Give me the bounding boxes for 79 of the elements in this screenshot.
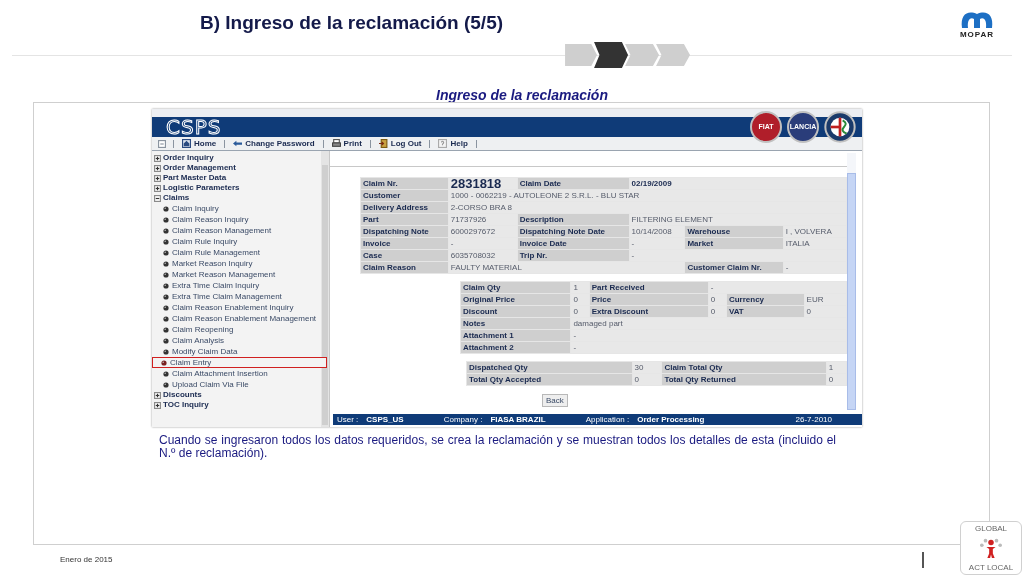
- slide-title: B) Ingreso de la reclamación (5/5): [200, 11, 504, 35]
- footer-date: Enero de 2015: [60, 554, 113, 566]
- bullet-icon: [163, 205, 169, 212]
- field-value: 30: [632, 361, 662, 374]
- nav-item[interactable]: Claim Reason Enablement Inquiry: [154, 302, 327, 313]
- nav-group-item[interactable]: Logistic Parameters: [154, 183, 321, 193]
- field-label: Claim Nr.: [360, 177, 449, 190]
- bullet-icon: [163, 370, 169, 377]
- status-value: CSPS_US: [366, 414, 404, 425]
- door-icon: [378, 139, 388, 148]
- bullet-icon: [163, 304, 169, 311]
- field-value: 02/19/2009: [629, 177, 847, 190]
- status-label: User :: [337, 414, 359, 425]
- field-label: Claim Total Qty: [661, 361, 827, 374]
- bullet-icon: [163, 381, 169, 388]
- app-logo: CSPS: [166, 117, 222, 137]
- caption-text: Cuando se ingresaron todos los datos requeridos, se crea la reclamación y se muestran todos los detalles de esta (incluido el N.º de reclamación).: [159, 434, 836, 460]
- nav-item[interactable]: Upload Claim Via File: [154, 379, 327, 390]
- status-date: 26-7-2010: [795, 414, 832, 425]
- bullet-icon: [163, 326, 169, 333]
- back-button[interactable]: Back: [542, 394, 568, 407]
- toolbar-button[interactable]: Home: [179, 137, 220, 150]
- badge-text: ACT LOCAL: [968, 563, 1014, 572]
- status-label: Application :: [585, 414, 630, 425]
- nav-item[interactable]: Extra Time Claim Management: [154, 291, 327, 302]
- bullet-icon: [163, 348, 169, 355]
- toolbar-button[interactable]: Help: [435, 137, 471, 150]
- nav-group-item[interactable]: Order Inquiry: [154, 153, 321, 163]
- bullet-icon: [163, 227, 169, 234]
- bullet-icon: [161, 359, 167, 366]
- bullet-icon: [163, 249, 169, 256]
- nav-item[interactable]: Market Reason Inquiry: [154, 258, 327, 269]
- nav-item[interactable]: Claim Rule Management: [154, 247, 327, 258]
- nav-item[interactable]: Market Reason Management: [154, 269, 327, 280]
- nav-item[interactable]: Claim Reopening: [154, 324, 327, 335]
- bullet-icon: [163, 315, 169, 322]
- nav-group-item[interactable]: Order Management: [154, 163, 321, 173]
- nav-group-item[interactable]: TOC Inquiry: [154, 400, 321, 410]
- bullet-icon: [163, 282, 169, 289]
- bullet-icon: [163, 293, 169, 300]
- nav-group-item[interactable]: Discounts: [154, 390, 321, 400]
- field-value: -: [708, 281, 847, 294]
- bullet-icon: [163, 271, 169, 278]
- field-label: Dispatched Qty: [466, 361, 633, 374]
- nav-group-item[interactable]: Part Master Data: [154, 173, 321, 183]
- collapse-icon[interactable]: [158, 139, 166, 148]
- nav-item[interactable]: Claim Analysis: [154, 335, 327, 346]
- printer-icon: [331, 139, 341, 148]
- field-label: Part Received: [589, 281, 709, 294]
- status-value: Order Processing: [637, 414, 705, 425]
- bullet-icon: [163, 238, 169, 245]
- field-value: 1: [826, 361, 847, 374]
- nav-item[interactable]: Modify Claim Data: [154, 346, 327, 357]
- toolbar-button[interactable]: Log Out: [375, 137, 425, 150]
- field-label: Claim Date: [517, 177, 630, 190]
- nav-item[interactable]: Claim Reason Inquiry: [154, 214, 327, 225]
- nav-item[interactable]: Claim Reason Management: [154, 225, 327, 236]
- bullet-icon: [163, 216, 169, 223]
- nav-item[interactable]: Claim Inquiry: [154, 203, 327, 214]
- bullet-icon: [163, 260, 169, 267]
- toolbar-button[interactable]: Print: [328, 137, 365, 150]
- arrow-icon: [233, 140, 243, 147]
- nav-item[interactable]: Extra Time Claim Inquiry: [154, 280, 327, 291]
- field-label: Claim Qty: [460, 281, 571, 294]
- bullet-icon: [163, 337, 169, 344]
- field-value: 2831818: [448, 177, 518, 190]
- status-label: Company :: [443, 414, 483, 425]
- logo-text: MOPAR: [959, 30, 995, 40]
- status-value: FIASA BRAZIL: [490, 414, 546, 425]
- people-icon: [977, 537, 1005, 559]
- nav-group-item[interactable]: Claims: [154, 193, 321, 203]
- nav-item[interactable]: Claim Attachment Insertion: [154, 368, 327, 379]
- nav-item[interactable]: Claim Rule Inquiry: [154, 236, 327, 247]
- nav-item[interactable]: Claim Reason Enablement Management: [154, 313, 327, 324]
- badge-text: GLOBAL: [975, 524, 1007, 533]
- home-icon: [182, 139, 191, 148]
- slide-subtitle: Ingreso de la reclamación: [435, 88, 609, 102]
- nav-item[interactable]: Claim Entry: [152, 357, 327, 368]
- toolbar-button[interactable]: Change Password: [230, 137, 318, 150]
